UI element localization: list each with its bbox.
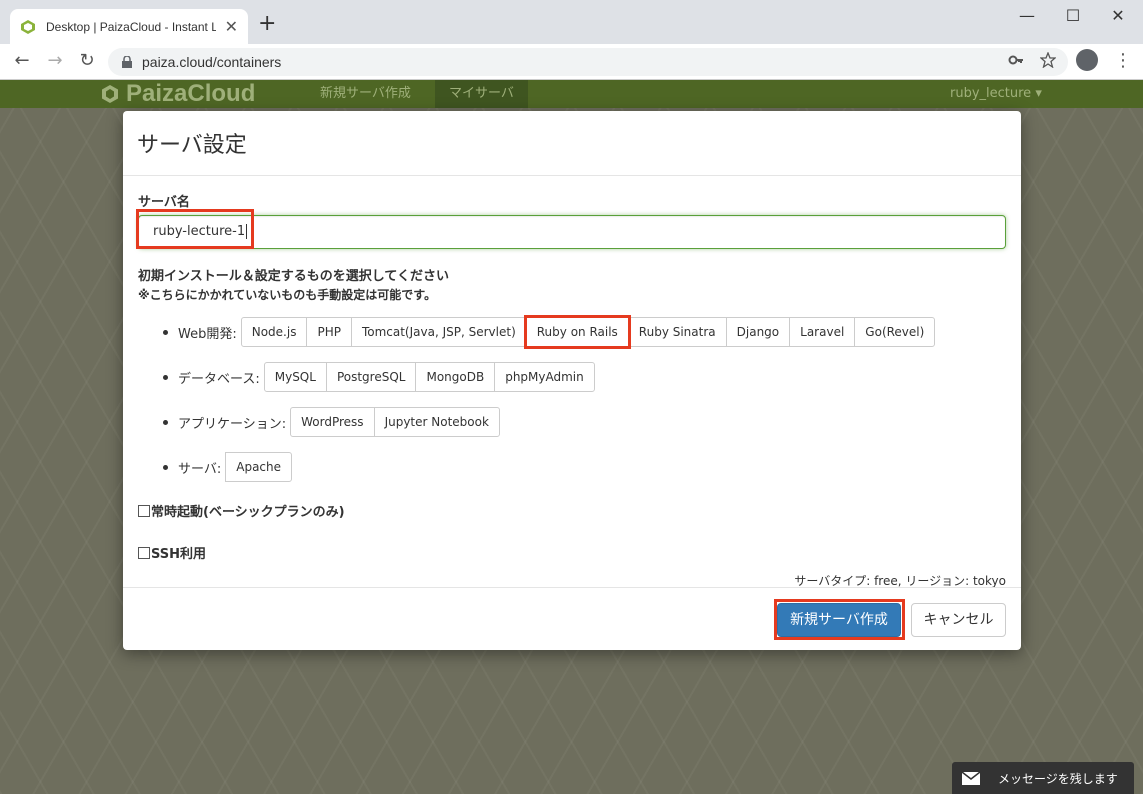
- browser-tab[interactable]: Desktop | PaizaCloud - Instant Linux ✕: [10, 9, 248, 44]
- option-tomcat[interactable]: Tomcat(Java, JSP, Servlet): [350, 317, 527, 347]
- always-on-checkbox-row[interactable]: 常時起動(ベーシックプランのみ): [138, 501, 345, 520]
- address-bar[interactable]: paiza.cloud/containers: [108, 48, 1068, 76]
- logo-text: PaizaCloud: [126, 80, 256, 107]
- select-label: 初期インストール＆設定するものを選択してください: [138, 269, 449, 284]
- minimize-button[interactable]: —: [1007, 6, 1047, 25]
- user-menu[interactable]: ruby_lecture ▾: [950, 80, 1042, 108]
- category-web: Web開発: Node.js PHP Tomcat(Java, JSP, Ser…: [163, 315, 936, 349]
- option-wordpress[interactable]: WordPress: [290, 407, 375, 437]
- bullet: [163, 329, 168, 335]
- star-icon[interactable]: [1040, 52, 1056, 68]
- create-server-button[interactable]: 新規サーバ作成: [777, 603, 901, 637]
- paizacloud-favicon-icon: [21, 19, 35, 34]
- url-text: paiza.cloud/containers: [142, 54, 282, 70]
- mail-icon: [962, 771, 980, 785]
- logo-cube-icon: [102, 85, 118, 103]
- browser-toolbar: ← → ↻ paiza.cloud/containers: [0, 44, 1143, 80]
- nav-my-server[interactable]: マイサーバ: [435, 80, 528, 108]
- server-name-label: サーバ名: [138, 195, 190, 210]
- modal-header: サーバ設定: [123, 111, 1021, 176]
- category-label: アプリケーション:: [178, 416, 287, 432]
- ssh-checkbox-row[interactable]: SSH利用: [138, 543, 206, 562]
- new-tab-button[interactable]: +: [258, 13, 276, 35]
- tab-close-icon[interactable]: ✕: [225, 17, 238, 36]
- browser-tabbar: Desktop | PaizaCloud - Instant Linux ✕ +…: [0, 0, 1143, 44]
- option-nodejs[interactable]: Node.js: [240, 317, 308, 347]
- bullet: [163, 374, 168, 380]
- option-django[interactable]: Django: [725, 317, 791, 347]
- forward-button[interactable]: →: [43, 50, 67, 71]
- option-postgresql[interactable]: PostgreSQL: [325, 362, 417, 392]
- reload-button[interactable]: ↻: [75, 50, 99, 71]
- browser-menu-icon[interactable]: ⋮: [1114, 50, 1132, 71]
- option-phpmyadmin[interactable]: phpMyAdmin: [494, 362, 595, 392]
- profile-avatar-icon[interactable]: [1076, 49, 1098, 71]
- bullet: [163, 464, 168, 470]
- ssh-checkbox[interactable]: [138, 546, 150, 559]
- server-name-value: ruby-lecture-1: [153, 224, 246, 239]
- category-server: サーバ: Apache: [163, 452, 293, 482]
- nav-new-server[interactable]: 新規サーバ作成: [306, 80, 425, 108]
- cancel-button[interactable]: キャンセル: [911, 603, 1006, 637]
- lock-icon: [122, 56, 132, 68]
- category-label: Web開発:: [178, 326, 237, 342]
- key-icon[interactable]: [1008, 52, 1024, 68]
- always-on-checkbox[interactable]: [138, 504, 150, 517]
- option-jupyter[interactable]: Jupyter Notebook: [373, 407, 500, 437]
- ssh-label: SSH利用: [151, 547, 207, 562]
- text-caret: [246, 224, 248, 239]
- category-label: サーバ:: [178, 461, 222, 477]
- option-php[interactable]: PHP: [306, 317, 352, 347]
- server-options: Apache: [225, 452, 293, 482]
- database-options: MySQL PostgreSQL MongoDB phpMyAdmin: [263, 362, 595, 392]
- application-options: WordPress Jupyter Notebook: [290, 407, 500, 437]
- server-settings-modal: サーバ設定 サーバ名 ruby-lecture-1 初期インストール＆設定するも…: [123, 111, 1021, 650]
- always-on-label: 常時起動(ベーシックプランのみ): [151, 505, 345, 520]
- option-laravel[interactable]: Laravel: [789, 317, 856, 347]
- message-widget-label: メッセージを残します: [998, 771, 1118, 786]
- manual-setup-note: ※こちらにかかれていないものも手動設定は可能です。: [138, 288, 437, 302]
- option-mysql[interactable]: MySQL: [263, 362, 327, 392]
- modal-title: サーバ設定: [137, 133, 247, 158]
- back-button[interactable]: ←: [10, 50, 34, 71]
- modal-footer: 新規サーバ作成 キャンセル: [123, 587, 1021, 650]
- option-apache[interactable]: Apache: [225, 452, 293, 482]
- bullet: [163, 419, 168, 425]
- category-application: アプリケーション: WordPress Jupyter Notebook: [163, 407, 500, 437]
- option-mongodb[interactable]: MongoDB: [415, 362, 496, 392]
- category-database: データベース: MySQL PostgreSQL MongoDB phpMyAd…: [163, 362, 595, 392]
- option-ruby-on-rails[interactable]: Ruby on Rails: [523, 315, 631, 349]
- site-navbar: PaizaCloud 新規サーバ作成 マイサーバ ruby_lecture ▾: [0, 80, 1143, 108]
- server-name-input[interactable]: ruby-lecture-1: [138, 215, 1006, 249]
- modal-body: サーバ名 ruby-lecture-1 初期インストール＆設定するものを選択して…: [123, 177, 1021, 588]
- tab-title: Desktop | PaizaCloud - Instant Linux: [46, 19, 216, 34]
- category-label: データベース:: [178, 371, 260, 387]
- close-window-button[interactable]: ✕: [1098, 6, 1138, 25]
- option-ruby-sinatra[interactable]: Ruby Sinatra: [627, 317, 727, 347]
- option-go-revel[interactable]: Go(Revel): [854, 317, 936, 347]
- web-options: Node.js PHP Tomcat(Java, JSP, Servlet) R…: [240, 315, 936, 349]
- paizacloud-logo[interactable]: PaizaCloud: [100, 80, 255, 108]
- message-widget[interactable]: メッセージを残します: [952, 762, 1134, 794]
- maximize-button[interactable]: ☐: [1053, 6, 1093, 25]
